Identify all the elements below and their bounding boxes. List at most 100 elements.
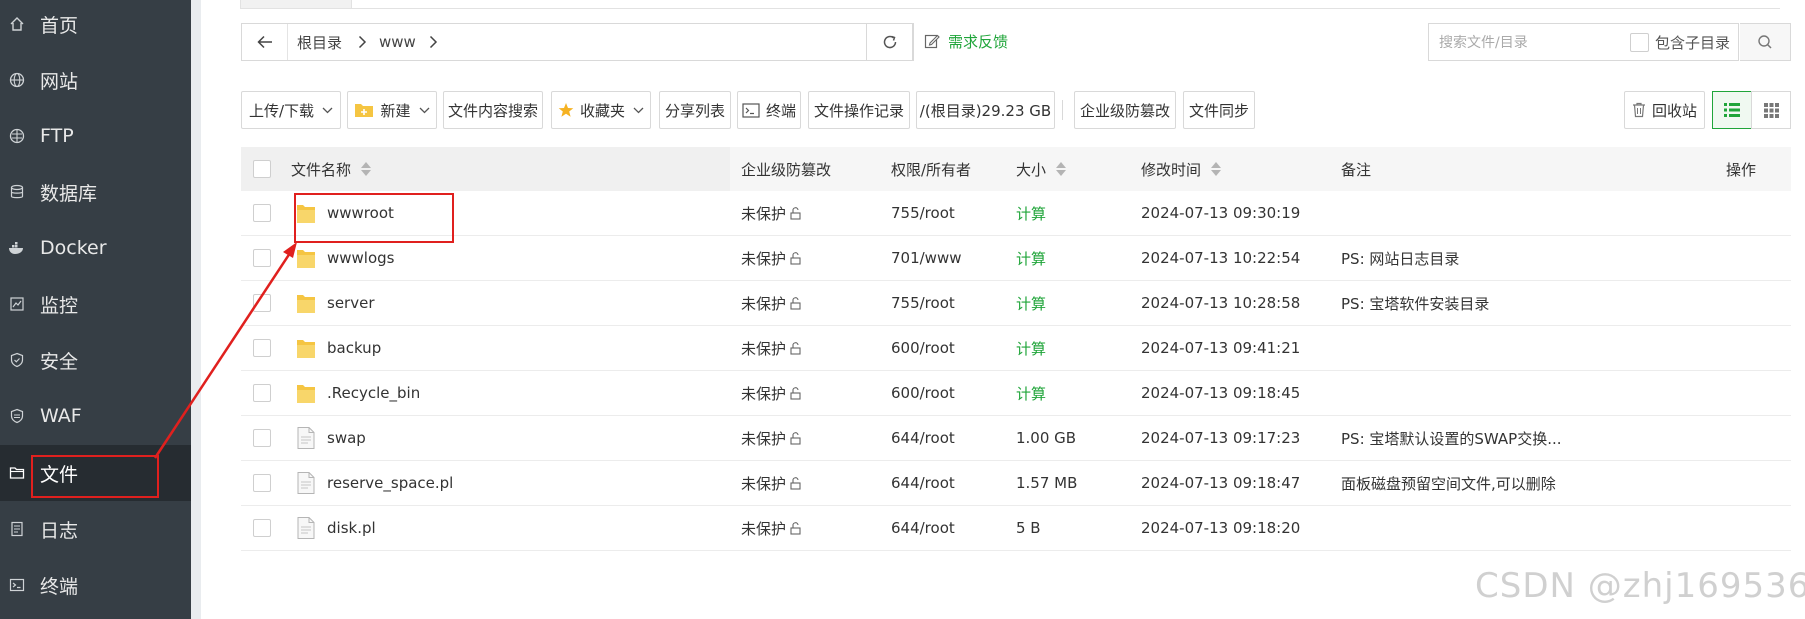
favorites-button[interactable]: 收藏夹 <box>551 91 651 129</box>
search-input[interactable] <box>1437 30 1621 56</box>
file-name[interactable]: backup <box>327 326 381 370</box>
sidebar-item-terminal[interactable]: 终端 <box>0 557 191 613</box>
calculate-size-link[interactable]: 计算 <box>1016 281 1046 325</box>
row-checkbox[interactable] <box>253 204 271 222</box>
upload-download-button[interactable]: 上传/下载 <box>241 91 341 129</box>
permission-owner[interactable]: 644/root <box>891 461 955 505</box>
permission-owner[interactable]: 701/www <box>891 236 962 280</box>
operation-log-button[interactable]: 文件操作记录 <box>808 91 910 129</box>
file-name[interactable]: wwwlogs <box>327 236 395 280</box>
search-button[interactable] <box>1740 23 1791 61</box>
terminal-button[interactable]: 终端 <box>737 91 801 129</box>
tab-active[interactable] <box>240 0 352 9</box>
table-row[interactable]: wwwroot 未保护 755/root 计算 2024-07-13 09:30:19 <box>241 191 1791 236</box>
new-button[interactable]: 新建 <box>347 91 437 129</box>
file-name[interactable]: swap <box>327 416 366 460</box>
calculate-size-link[interactable]: 计算 <box>1016 236 1046 280</box>
file-name[interactable]: wwwroot <box>327 191 394 235</box>
file-note[interactable]: 面板磁盘预留空间文件,可以删除 <box>1341 461 1556 505</box>
feedback-link[interactable]: 需求反馈 <box>924 23 1008 59</box>
table-row[interactable]: wwwlogs 未保护 701/www 计算 2024-07-13 10:22:54 PS… <box>241 236 1791 281</box>
sidebar-item-monitor[interactable]: 监控 <box>0 276 191 332</box>
log-icon <box>8 520 26 538</box>
file-note[interactable]: PS: 宝塔默认设置的SWAP交换... <box>1341 416 1562 460</box>
column-header-mtime[interactable]: 修改时间 <box>1141 147 1222 191</box>
disk-usage-button[interactable]: /(根目录)29.23 GB <box>916 91 1055 129</box>
table-row[interactable]: server 未保护 755/root 计算 2024-07-13 10:28:58 PS… <box>241 281 1791 326</box>
new-folder-icon <box>354 102 374 118</box>
permission-owner[interactable]: 600/root <box>891 371 955 415</box>
file-note[interactable]: PS: 宝塔软件安装目录 <box>1341 281 1489 325</box>
permission-owner[interactable]: 755/root <box>891 191 955 235</box>
row-checkbox[interactable] <box>253 249 271 267</box>
tamper-status[interactable]: 未保护 <box>741 281 802 325</box>
file-icon <box>295 516 317 540</box>
terminal-label: 终端 <box>765 101 796 120</box>
tamper-status[interactable]: 未保护 <box>741 506 802 550</box>
tamper-status-label: 未保护 <box>741 294 787 313</box>
column-header-name[interactable]: 文件名称 <box>291 147 372 191</box>
tamper-status[interactable]: 未保护 <box>741 416 802 460</box>
table-row[interactable]: disk.pl 未保护 644/root 5 B 2024-07-13 09:18:20 <box>241 506 1791 551</box>
grid-view-button[interactable] <box>1751 91 1791 129</box>
sidebar-item-home[interactable]: 首页 <box>0 0 191 52</box>
row-checkbox[interactable] <box>253 294 271 312</box>
sidebar-item-waf[interactable]: WAF <box>0 388 191 444</box>
file-sync-label: 文件同步 <box>1188 101 1249 120</box>
permission-owner[interactable]: 644/root <box>891 416 955 460</box>
column-header-size[interactable]: 大小 <box>1016 147 1067 191</box>
permission-owner[interactable]: 644/root <box>891 506 955 550</box>
file-name[interactable]: reserve_space.pl <box>327 461 453 505</box>
tamper-status[interactable]: 未保护 <box>741 461 802 505</box>
table-row[interactable]: reserve_space.pl 未保护 644/root 1.57 MB 2024-0… <box>241 461 1791 506</box>
sort-icon <box>1056 162 1067 176</box>
row-checkbox[interactable] <box>253 474 271 492</box>
sidebar-item-website[interactable]: 网站 <box>0 52 191 108</box>
file-sync-button[interactable]: 文件同步 <box>1183 91 1255 129</box>
file-name[interactable]: .Recycle_bin <box>327 371 420 415</box>
row-checkbox[interactable] <box>253 384 271 402</box>
tamper-status[interactable]: 未保护 <box>741 236 802 280</box>
breadcrumb-root[interactable]: 根目录 <box>297 24 342 60</box>
share-list-button[interactable]: 分享列表 <box>659 91 731 129</box>
recycle-bin-button[interactable]: 回收站 <box>1624 91 1705 129</box>
include-subdir-checkbox[interactable] <box>1630 33 1649 52</box>
file-name[interactable]: server <box>327 281 374 325</box>
table-row[interactable]: swap 未保护 644/root 1.00 GB 2024-07-13 09:17:2… <box>241 416 1791 461</box>
select-all-checkbox[interactable] <box>253 160 271 178</box>
sidebar-item-security[interactable]: 安全 <box>0 332 191 388</box>
row-checkbox[interactable] <box>253 519 271 537</box>
tamper-status[interactable]: 未保护 <box>741 371 802 415</box>
row-checkbox[interactable] <box>253 339 271 357</box>
calculate-size-link[interactable]: 计算 <box>1016 191 1046 235</box>
permission-owner[interactable]: 600/root <box>891 326 955 370</box>
sidebar-item-database[interactable]: 数据库 <box>0 164 191 220</box>
calculate-size-link[interactable]: 计算 <box>1016 326 1046 370</box>
unlock-icon <box>789 341 802 355</box>
table-row[interactable]: .Recycle_bin 未保护 600/root 计算 2024-07-13 09:1… <box>241 371 1791 416</box>
calculate-size-link[interactable]: 计算 <box>1016 371 1046 415</box>
refresh-button[interactable] <box>866 23 913 61</box>
file-note[interactable]: PS: 网站日志目录 <box>1341 236 1459 280</box>
file-name[interactable]: disk.pl <box>327 506 376 550</box>
list-view-button[interactable] <box>1712 91 1752 129</box>
sidebar: 首页 网站 FTP 数据库 Docker 监控 安全 WAF 文件 日志 终端 <box>0 0 191 619</box>
sidebar-item-logs[interactable]: 日志 <box>0 501 191 557</box>
tamper-status[interactable]: 未保护 <box>741 326 802 370</box>
content-search-button[interactable]: 文件内容搜索 <box>443 91 543 129</box>
tamper-protection-button[interactable]: 企业级防篡改 <box>1074 91 1176 129</box>
sidebar-item-files[interactable]: 文件 <box>0 445 191 501</box>
permission-owner[interactable]: 755/root <box>891 281 955 325</box>
chevron-right-icon <box>429 24 438 60</box>
back-button[interactable] <box>242 24 288 60</box>
tamper-status[interactable]: 未保护 <box>741 191 802 235</box>
row-checkbox[interactable] <box>253 429 271 447</box>
sidebar-item-docker[interactable]: Docker <box>0 220 191 276</box>
table-row[interactable]: backup 未保护 600/root 计算 2024-07-13 09:41:21 <box>241 326 1791 371</box>
file-size: 1.00 GB <box>1016 429 1077 447</box>
breadcrumb-www[interactable]: www <box>379 24 416 60</box>
toolbar-divider <box>1062 100 1063 120</box>
favorites-label: 收藏夹 <box>579 101 625 120</box>
sidebar-item-ftp[interactable]: FTP <box>0 108 191 164</box>
modified-time: 2024-07-13 09:18:20 <box>1141 519 1301 537</box>
